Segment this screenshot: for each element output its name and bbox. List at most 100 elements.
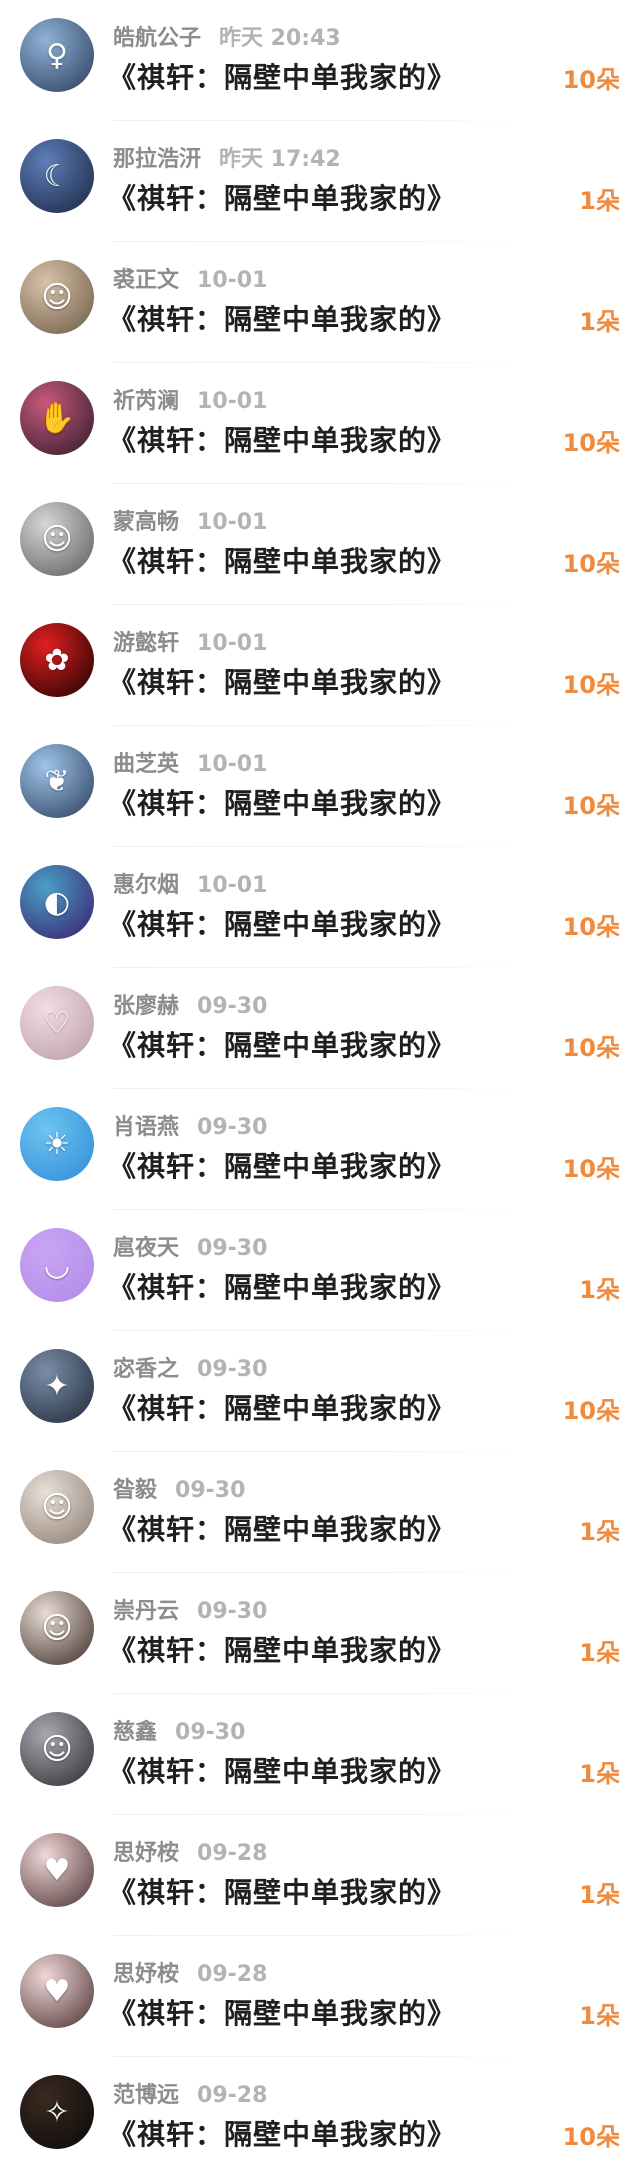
girl-dark-hair-avatar: ☺ [41,1610,73,1646]
book-title[interactable]: 《祺轩：隔壁中单我家的》 [108,298,456,338]
avatar[interactable]: ♥ [20,1833,94,1907]
list-item[interactable]: ♥ 思妤桉 09-28 《祺轩：隔壁中单我家的》 1朵 [0,1936,640,2057]
girl-hand-avatar: ✋ [38,400,76,436]
avatar[interactable]: ☺ [20,1591,94,1665]
user-name[interactable]: 扈夜天 [113,1230,179,1262]
book-title[interactable]: 《祺轩：隔壁中单我家的》 [108,419,456,459]
avatar[interactable]: ♀ [20,18,94,92]
book-title[interactable]: 《祺轩：隔壁中单我家的》 [108,1024,456,1064]
list-item[interactable]: ☺ 昝毅 09-30 《祺轩：隔壁中单我家的》 1朵 [0,1452,640,1573]
flower-count: 1朵 [579,308,620,336]
book-title[interactable]: 《祺轩：隔壁中单我家的》 [108,661,456,701]
avatar[interactable]: ☾ [20,139,94,213]
avatar[interactable]: ◐ [20,865,94,939]
user-name[interactable]: 游懿轩 [113,625,179,657]
item-meta: 蒙高畅 10-01 [113,504,268,536]
avatar[interactable]: ♥ [20,1954,94,2028]
list-item[interactable]: ☺ 蒙高畅 10-01 《祺轩：隔壁中单我家的》 10朵 [0,484,640,605]
book-title[interactable]: 《祺轩：隔壁中单我家的》 [108,1508,456,1548]
list-item[interactable]: ❦ 曲芝英 10-01 《祺轩：隔壁中单我家的》 10朵 [0,726,640,847]
list-item[interactable]: ✿ 游懿轩 10-01 《祺轩：隔壁中单我家的》 10朵 [0,605,640,726]
timestamp: 昨天 17:42 [219,147,341,172]
user-name[interactable]: 蒙高畅 [113,504,179,536]
avatar[interactable]: ♡ [20,986,94,1060]
book-title[interactable]: 《祺轩：隔壁中单我家的》 [108,1266,456,1306]
user-name[interactable]: 崇丹云 [113,1593,179,1625]
flower-count: 10朵 [562,2123,620,2151]
book-title[interactable]: 《祺轩：隔壁中单我家的》 [108,903,456,943]
list-item[interactable]: ☺ 崇丹云 09-30 《祺轩：隔壁中单我家的》 1朵 [0,1573,640,1694]
timestamp: 10-01 [197,510,268,535]
user-name[interactable]: 宓香之 [113,1351,179,1383]
item-meta: 崇丹云 09-30 [113,1593,267,1625]
list-item[interactable]: ✧ 范博远 09-28 《祺轩：隔壁中单我家的》 10朵 [0,2057,640,2177]
list-item[interactable]: ☺ 慈鑫 09-30 《祺轩：隔壁中单我家的》 1朵 [0,1694,640,1815]
user-name[interactable]: 那拉浩汧 [113,141,201,173]
timestamp: 昨天 20:43 [219,26,341,51]
anime-night-avatar: ✦ [44,1368,70,1404]
avatar[interactable]: ☺ [20,1470,94,1544]
avatar[interactable]: ✿ [20,623,94,697]
user-name[interactable]: 裘正文 [113,262,179,294]
user-name[interactable]: 曲芝英 [113,746,179,778]
book-title[interactable]: 《祺轩：隔壁中单我家的》 [108,1750,456,1790]
bw-portrait-avatar: ☺ [41,521,73,557]
list-item[interactable]: ☀ 肖语燕 09-30 《祺轩：隔壁中单我家的》 10朵 [0,1089,640,1210]
item-meta: 宓香之 09-30 [113,1351,267,1383]
avatar[interactable]: ◡ [20,1228,94,1302]
item-meta: 昝毅 09-30 [113,1472,245,1504]
list-item[interactable]: ☾ 那拉浩汧 昨天 17:42 《祺轩：隔壁中单我家的》 1朵 [0,121,640,242]
list-item[interactable]: ◐ 惠尔烟 10-01 《祺轩：隔壁中单我家的》 10朵 [0,847,640,968]
item-meta: 皓航公子 昨天 20:43 [113,20,341,52]
flower-count: 1朵 [579,187,620,215]
user-name[interactable]: 思妤桉 [113,1835,179,1867]
user-name[interactable]: 慈鑫 [113,1714,157,1746]
user-name[interactable]: 昝毅 [113,1472,157,1504]
book-title[interactable]: 《祺轩：隔壁中单我家的》 [108,540,456,580]
planet-avatar: ◐ [43,884,71,920]
user-name[interactable]: 张廖赫 [113,988,179,1020]
book-title[interactable]: 《祺轩：隔壁中单我家的》 [108,1145,456,1185]
user-name[interactable]: 惠尔烟 [113,867,179,899]
book-title[interactable]: 《祺轩：隔壁中单我家的》 [108,1387,456,1427]
book-title[interactable]: 《祺轩：隔壁中单我家的》 [108,1871,456,1911]
list-item[interactable]: ♡ 张廖赫 09-30 《祺轩：隔壁中单我家的》 10朵 [0,968,640,1089]
avatar[interactable]: ☺ [20,260,94,334]
flower-count: 10朵 [562,550,620,578]
user-name[interactable]: 思妤桉 [113,1956,179,1988]
avatar[interactable]: ☺ [20,502,94,576]
boy-scarf-avatar: ☺ [41,1731,73,1767]
avatar[interactable]: ☀ [20,1107,94,1181]
timestamp: 09-28 [197,1841,268,1866]
item-meta: 张廖赫 09-30 [113,988,267,1020]
user-name[interactable]: 肖语燕 [113,1109,179,1141]
girl-blue-hair-avatar: ♀ [46,37,68,73]
flower-count: 10朵 [562,1034,620,1062]
avatar[interactable]: ✋ [20,381,94,455]
book-title[interactable]: 《祺轩：隔壁中单我家的》 [108,1992,456,2032]
user-name[interactable]: 祈芮澜 [113,383,179,415]
flower-count: 10朵 [562,671,620,699]
book-title[interactable]: 《祺轩：隔壁中单我家的》 [108,1629,456,1669]
avatar[interactable]: ☺ [20,1712,94,1786]
book-title[interactable]: 《祺轩：隔壁中单我家的》 [108,56,456,96]
avatar[interactable]: ✧ [20,2075,94,2149]
book-title[interactable]: 《祺轩：隔壁中单我家的》 [108,782,456,822]
book-title[interactable]: 《祺轩：隔壁中单我家的》 [108,177,456,217]
list-item[interactable]: ♥ 思妤桉 09-28 《祺轩：隔壁中单我家的》 1朵 [0,1815,640,1936]
avatar[interactable]: ❦ [20,744,94,818]
list-item[interactable]: ♀ 皓航公子 昨天 20:43 《祺轩：隔壁中单我家的》 10朵 [0,0,640,121]
flower-count: 10朵 [562,792,620,820]
list-item[interactable]: ✦ 宓香之 09-30 《祺轩：隔壁中单我家的》 10朵 [0,1331,640,1452]
list-item[interactable]: ◡ 扈夜天 09-30 《祺轩：隔壁中单我家的》 1朵 [0,1210,640,1331]
item-meta: 祈芮澜 10-01 [113,383,268,415]
book-title[interactable]: 《祺轩：隔壁中单我家的》 [108,2113,456,2153]
avatar[interactable]: ✦ [20,1349,94,1423]
list-item[interactable]: ☺ 裘正文 10-01 《祺轩：隔壁中单我家的》 1朵 [0,242,640,363]
item-meta: 慈鑫 09-30 [113,1714,245,1746]
user-name[interactable]: 皓航公子 [113,20,201,52]
user-name[interactable]: 范博远 [113,2077,179,2109]
item-meta: 曲芝英 10-01 [113,746,267,778]
list-item[interactable]: ✋ 祈芮澜 10-01 《祺轩：隔壁中单我家的》 10朵 [0,363,640,484]
timestamp: 10-01 [197,389,268,414]
